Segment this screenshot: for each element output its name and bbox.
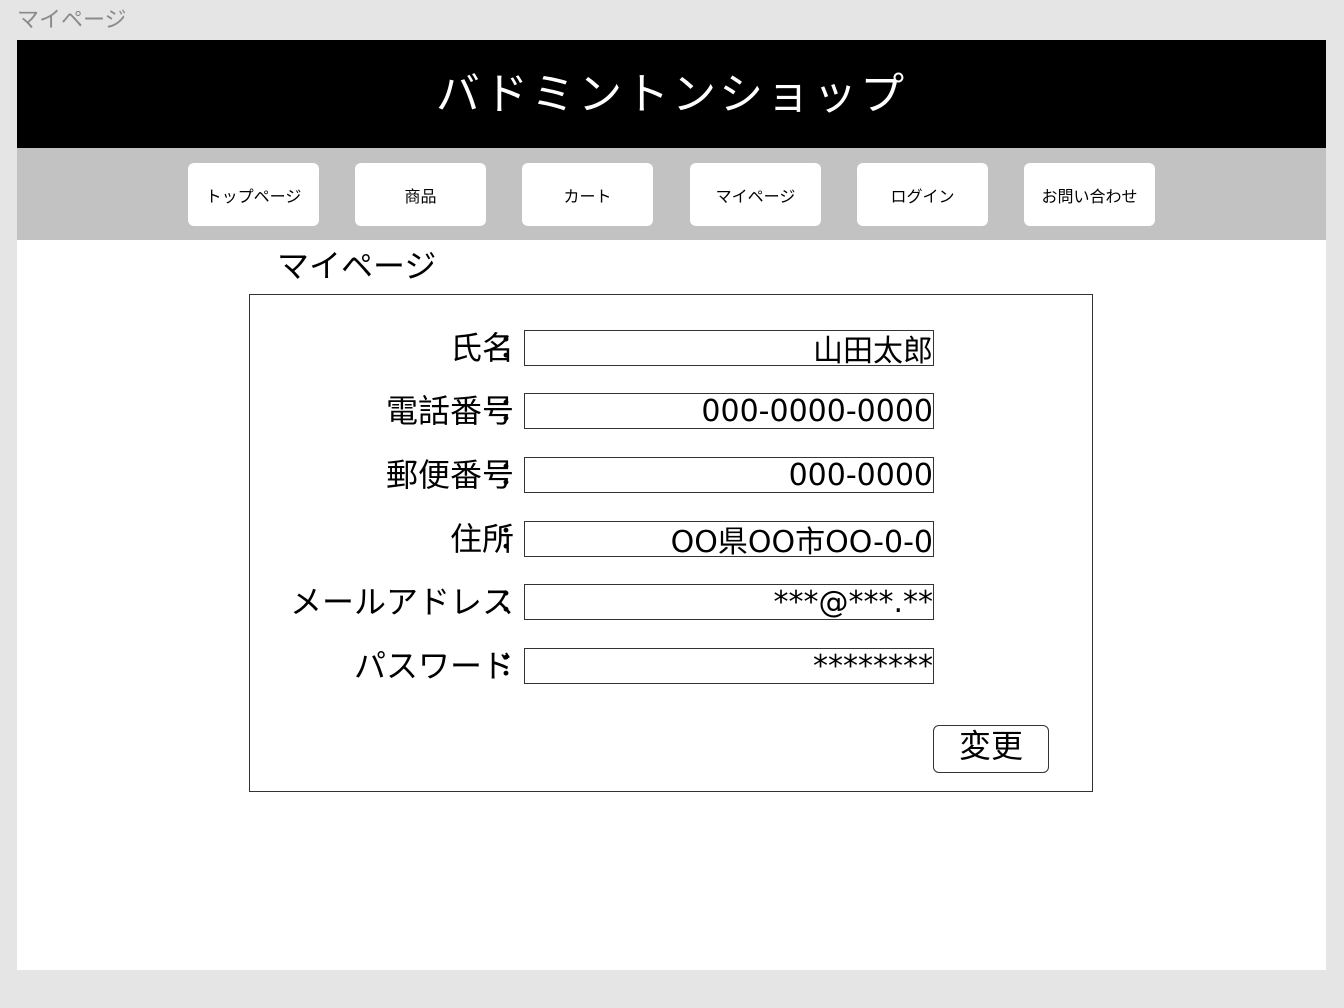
change-button[interactable]: 変更 (933, 725, 1049, 773)
email-label: メールアドレス (289, 583, 514, 621)
site-header: バドミントンショップ (17, 40, 1326, 148)
nav-contact-button[interactable]: お問い合わせ (1024, 163, 1155, 226)
frame-label: マイページ (17, 8, 127, 33)
nav-login-button[interactable]: ログイン (857, 163, 988, 226)
address-field[interactable] (524, 521, 934, 557)
page-artboard: バドミントンショップ トップページ 商品 カート マイページ ログイン お問い合… (17, 40, 1326, 970)
name-field[interactable] (524, 330, 934, 366)
email-field[interactable] (524, 584, 934, 620)
nav-cart-button[interactable]: カート (522, 163, 653, 226)
nav-top-page-button[interactable]: トップページ (188, 163, 319, 226)
page-heading: マイページ (277, 247, 437, 285)
password-label: パスワード (353, 647, 514, 685)
nav-mypage-button[interactable]: マイページ (690, 163, 821, 226)
phone-field[interactable] (524, 393, 934, 429)
profile-form-panel: 氏名 ： 電話番号 ： 郵便番号 ： 住所 ： メールアドレス ： パスワード … (249, 294, 1093, 792)
nav-bar: トップページ 商品 カート マイページ ログイン お問い合わせ (17, 148, 1326, 240)
password-field[interactable] (524, 648, 934, 684)
postal-code-field[interactable] (524, 457, 934, 493)
postal-code-label: 郵便番号 (385, 456, 514, 494)
site-title: バドミントンショップ (435, 69, 908, 120)
nav-products-button[interactable]: 商品 (355, 163, 486, 226)
phone-label: 電話番号 (385, 392, 514, 430)
